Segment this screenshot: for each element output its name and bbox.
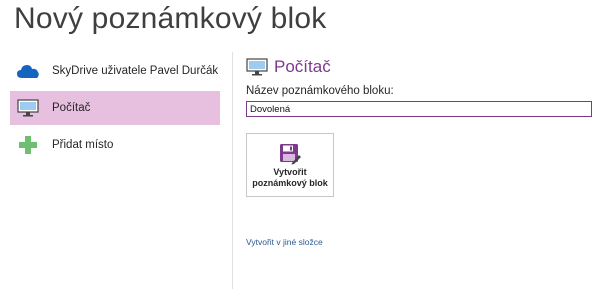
create-notebook-label-line1: Vytvořit bbox=[273, 167, 307, 177]
notebook-name-input[interactable] bbox=[246, 101, 592, 117]
place-label-skydrive: SkyDrive uživatele Pavel Durčák bbox=[52, 65, 219, 77]
create-notebook-label-line2: poznámkový blok bbox=[252, 178, 328, 188]
location-header: Počítač bbox=[246, 56, 586, 78]
place-computer[interactable]: Počítač bbox=[10, 91, 220, 125]
location-title: Počítač bbox=[274, 57, 331, 76]
location-panel: Počítač Název poznámkového bloku: Vytvoř… bbox=[246, 56, 592, 197]
computer-icon bbox=[14, 98, 42, 118]
place-label-computer: Počítač bbox=[52, 102, 91, 114]
place-skydrive[interactable]: SkyDrive uživatele Pavel Durčák bbox=[10, 54, 220, 88]
place-add[interactable]: Přidat místo bbox=[10, 128, 220, 162]
create-notebook-button[interactable]: Vytvořit poznámkový blok bbox=[246, 133, 334, 197]
create-notebook-label: Vytvořit poznámkový blok bbox=[252, 167, 328, 189]
create-notebook-icon bbox=[279, 143, 301, 165]
computer-icon bbox=[246, 57, 268, 77]
page-title: Nový poznámkový blok bbox=[14, 2, 327, 35]
places-list: SkyDrive uživatele Pavel Durčák Počítač … bbox=[10, 54, 220, 165]
cloud-icon bbox=[14, 61, 42, 81]
plus-icon bbox=[14, 135, 42, 155]
create-in-other-folder-link[interactable]: Vytvořit v jiné složce bbox=[246, 237, 323, 247]
divider bbox=[232, 52, 233, 289]
place-label-add: Přidat místo bbox=[52, 139, 114, 151]
notebook-name-label: Název poznámkového bloku: bbox=[246, 85, 394, 97]
